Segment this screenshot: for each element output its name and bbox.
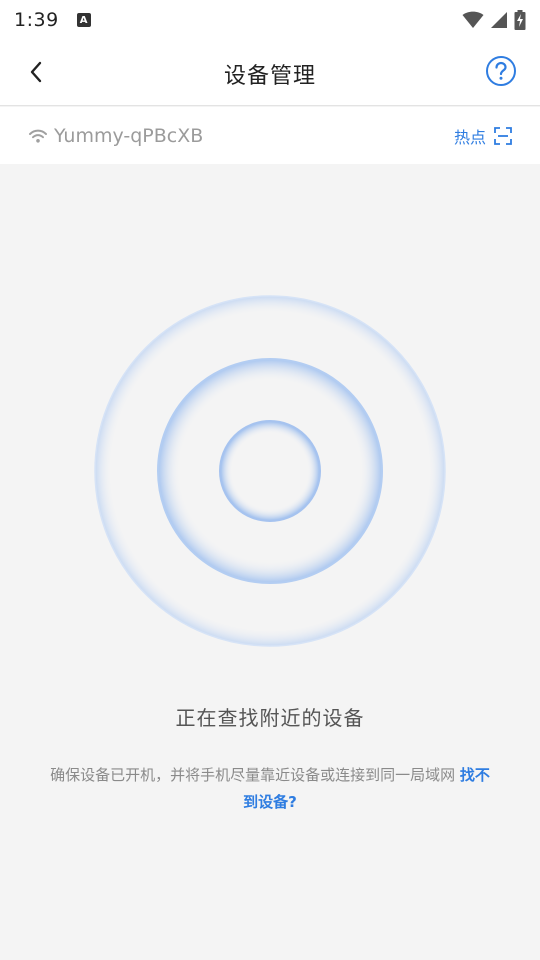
title-bar: 设备管理 bbox=[0, 40, 540, 106]
device-management-screen: 1:39 A 设备管理 Yummy-qPBcXB 热点 正在查找附近的设备 确保… bbox=[0, 0, 540, 960]
searching-status-text: 正在查找附近的设备 bbox=[175, 706, 365, 730]
battery-icon bbox=[514, 10, 526, 30]
notification-icon: A bbox=[76, 13, 91, 27]
help-circle-icon bbox=[486, 56, 516, 86]
help-button[interactable] bbox=[484, 54, 518, 88]
current-network-row: Yummy-qPBcXB 热点 bbox=[0, 107, 540, 164]
search-hint: 确保设备已开机，并将手机尽量靠近设备或连接到同一局域网 找不到设备? bbox=[44, 762, 496, 816]
hotspot-label: 热点 bbox=[453, 127, 486, 147]
cell-signal-icon bbox=[491, 12, 507, 28]
search-hint-text: 确保设备已开机，并将手机尽量靠近设备或连接到同一局域网 bbox=[50, 766, 456, 784]
page-title: 设备管理 bbox=[223, 64, 316, 89]
status-bar: 1:39 A bbox=[0, 0, 540, 40]
wifi-signal-icon bbox=[462, 11, 484, 28]
status-icons bbox=[462, 10, 526, 30]
wifi-icon bbox=[29, 129, 47, 143]
searching-radar bbox=[94, 295, 446, 647]
status-time: 1:39 bbox=[14, 9, 59, 31]
scan-icon bbox=[494, 126, 512, 145]
hotspot-scan-button[interactable]: 热点 bbox=[454, 124, 512, 148]
wifi-ssid: Yummy-qPBcXB bbox=[54, 124, 204, 147]
